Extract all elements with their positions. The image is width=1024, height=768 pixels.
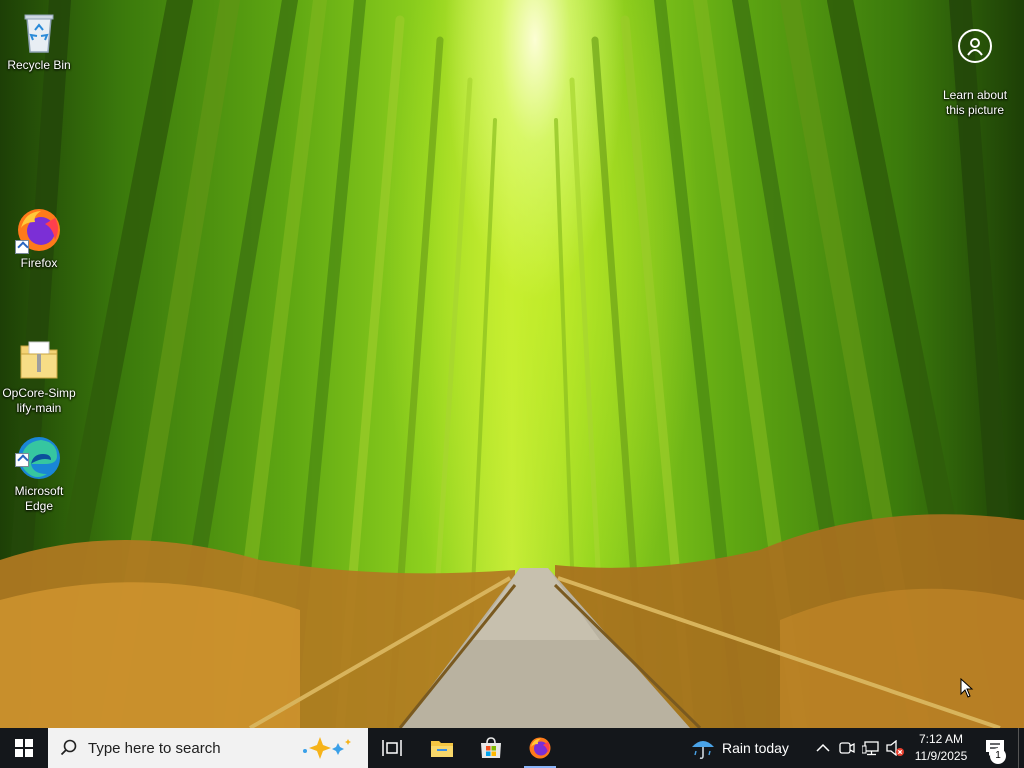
clock[interactable]: 7:12 AM 11/9/2025 bbox=[908, 731, 974, 765]
umbrella-rain-icon bbox=[690, 735, 716, 761]
file-explorer-icon bbox=[431, 741, 453, 757]
zip-folder-icon bbox=[15, 321, 63, 379]
weather-widget[interactable]: Rain today bbox=[690, 728, 789, 768]
start-button[interactable] bbox=[0, 728, 48, 768]
desktop-icon-firefox[interactable]: Firefox bbox=[1, 206, 77, 271]
search-placeholder: Type here to search bbox=[88, 739, 221, 757]
meet-now-icon bbox=[839, 742, 855, 754]
learn-about-label: Learn about this picture bbox=[942, 88, 1008, 117]
show-hidden-icons-button[interactable] bbox=[811, 728, 835, 768]
desktop-icon-label: Firefox bbox=[20, 256, 58, 270]
network-icon bbox=[862, 741, 879, 756]
desktop-icon-label: Recycle Bin bbox=[7, 58, 71, 72]
notification-count-badge: 1 bbox=[990, 748, 1006, 764]
learn-about-picture[interactable]: Learn about this picture bbox=[937, 10, 1013, 133]
desktop-wallpaper bbox=[0, 0, 1024, 728]
mouse-cursor-icon bbox=[960, 677, 974, 703]
chevron-up-icon bbox=[816, 743, 830, 752]
firefox-icon bbox=[529, 737, 551, 759]
camera-pin-icon bbox=[958, 29, 992, 63]
task-view-icon bbox=[382, 740, 402, 756]
firefox-taskbar-button[interactable] bbox=[516, 728, 564, 768]
search-highlight-icon bbox=[298, 735, 356, 766]
search-box[interactable]: Type here to search bbox=[48, 728, 368, 768]
clock-time: 7:12 AM bbox=[918, 732, 964, 746]
weather-label: Rain today bbox=[722, 740, 789, 756]
taskbar: Type here to search Rain today 7:12 AM 1… bbox=[0, 728, 1024, 768]
recycle-bin-icon bbox=[15, 8, 63, 56]
network-button[interactable] bbox=[859, 728, 883, 768]
shortcut-arrow-icon bbox=[15, 240, 29, 254]
meet-now-button[interactable] bbox=[835, 728, 859, 768]
microsoft-store-button[interactable] bbox=[467, 728, 515, 768]
desktop-icon-label: Microsoft Edge bbox=[14, 484, 64, 513]
volume-button[interactable] bbox=[883, 728, 907, 768]
file-explorer-button[interactable] bbox=[418, 728, 466, 768]
shortcut-arrow-icon bbox=[15, 453, 29, 467]
desktop-icon-edge[interactable]: Microsoft Edge bbox=[1, 404, 77, 529]
microsoft-store-icon bbox=[481, 737, 501, 758]
show-desktop-button[interactable] bbox=[1018, 728, 1024, 768]
volume-muted-icon bbox=[886, 740, 904, 756]
desktop-icon-recycle-bin[interactable]: Recycle Bin bbox=[1, 8, 77, 73]
windows-logo-icon bbox=[15, 739, 33, 757]
firefox-icon bbox=[15, 206, 63, 254]
edge-icon bbox=[15, 419, 63, 479]
clock-date: 11/9/2025 bbox=[914, 749, 968, 763]
search-icon bbox=[60, 739, 78, 757]
task-view-button[interactable] bbox=[368, 728, 416, 768]
